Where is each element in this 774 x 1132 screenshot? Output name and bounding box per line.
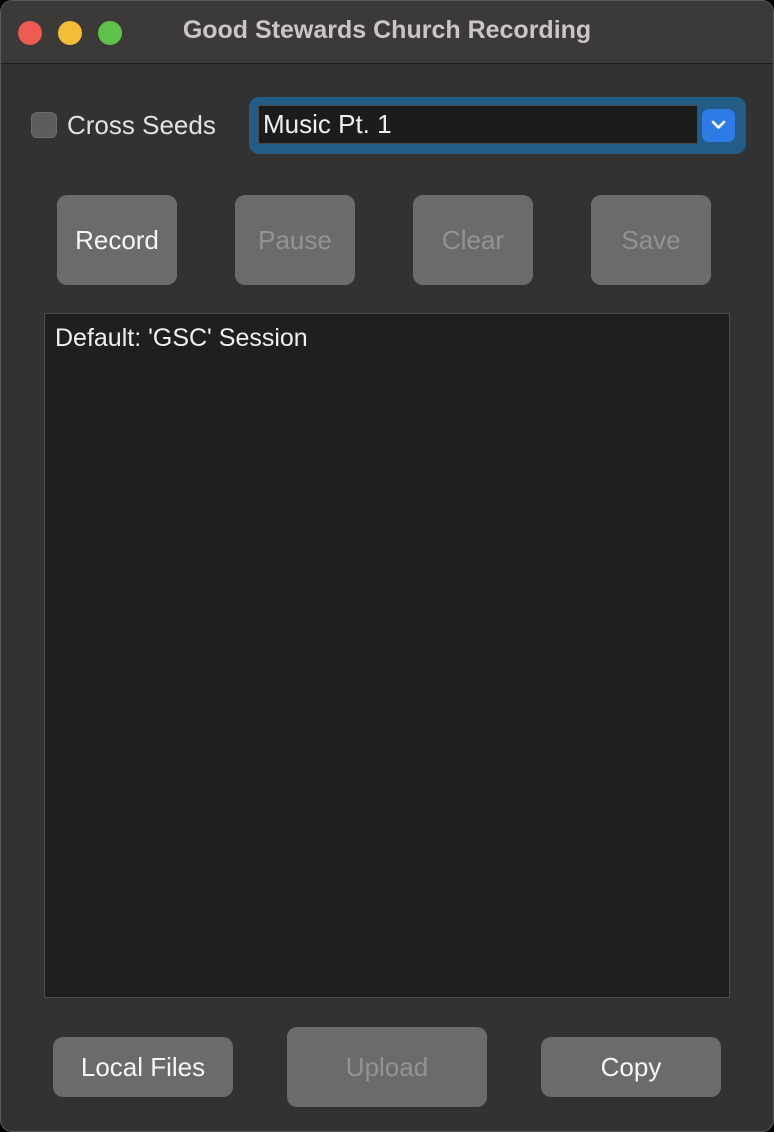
title-bar: Good Stewards Church Recording (1, 1, 773, 64)
window-title: Good Stewards Church Recording (182, 16, 592, 44)
app-window: Good Stewards Church Recording Cross See… (0, 0, 774, 1132)
record-button[interactable]: Record (57, 195, 177, 285)
local-files-button[interactable]: Local Files (53, 1037, 233, 1097)
session-select-dropdown-button[interactable] (702, 109, 735, 142)
session-select-value[interactable]: Music Pt. 1 (263, 109, 392, 140)
session-log[interactable]: Default: 'GSC' Session (44, 313, 730, 998)
copy-button[interactable]: Copy (541, 1037, 721, 1097)
upload-button[interactable]: Upload (287, 1027, 487, 1107)
save-button[interactable]: Save (591, 195, 711, 285)
log-line: Default: 'GSC' Session (55, 324, 308, 352)
cross-seeds-label[interactable]: Cross Seeds (67, 110, 216, 141)
cross-seeds-checkbox[interactable] (31, 112, 57, 138)
chevron-down-icon (711, 120, 726, 129)
pause-button[interactable]: Pause (235, 195, 355, 285)
clear-button[interactable]: Clear (413, 195, 533, 285)
